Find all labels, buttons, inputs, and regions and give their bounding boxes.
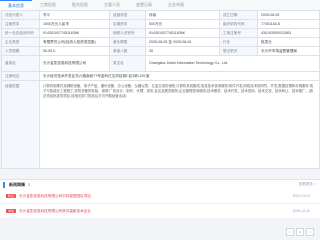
view-more-link[interactable]: 查看更多 > <box>299 182 316 187</box>
cell-label: 实缴资本 <box>109 19 146 29</box>
page-1-button[interactable]: 1 <box>296 228 304 236</box>
news-date: 2020-03-21 <box>292 194 310 198</box>
cell-label: 注册资本 <box>1 19 40 29</box>
cell-value: 35 <box>145 46 220 56</box>
cell-value: 77451163-6 <box>257 19 320 29</box>
table-row: 经营范围 计算机软硬件及辅助设备、电子产品、通讯设备、办公设备、仪器仪表、五金交… <box>1 80 320 169</box>
cell-value: 430193000012563 <box>257 28 320 38</box>
news-tag-badge: 利好 <box>6 194 17 198</box>
business-scope-text: 计算机软硬件及辅助设备、电子产品、通讯设备、办公设备、仪器仪表、五金交电的销售;… <box>43 84 314 99</box>
cell-value: 2005-08-05 <box>257 10 320 20</box>
cell-value: 91430100774511636K <box>39 28 110 38</box>
news-list: 利好 长沙金凯信息科技有限公司中标智慧园区项目 2020-03-21 中性 长沙… <box>0 189 320 219</box>
table-row: 注册地址 长沙经济技术开发区东六路南段77号金科亿达科技城C区3栋1201室 <box>1 71 320 81</box>
cell-label: 成立日期 <box>219 10 258 20</box>
next-page-button[interactable]: > <box>306 228 314 236</box>
tab-change-records[interactable]: 变更记录 <box>128 0 160 10</box>
cell-label: 组织机构代码 <box>219 19 258 29</box>
cell-label: 纳税人识别号 <box>109 28 146 38</box>
list-item[interactable]: 中性 长沙金凯信息科技有限公司获评高新技术企业 2019-12-10 <box>0 204 320 219</box>
cell-label: 行业 <box>219 37 258 47</box>
cell-label: 参保人数 <box>109 46 146 56</box>
cell-label: 统一社会信用代码 <box>1 28 40 38</box>
cell-label: 经营状态 <box>109 10 146 20</box>
english-name-value: Changsha Jinkai Information Technology C… <box>145 55 320 72</box>
cell-value: 2005-08-05 至 2025-08-04 <box>145 37 220 47</box>
cell-label: 法定代表人 <box>1 10 40 20</box>
address-value: 长沙经济技术开发区东六路南段77号金科亿达科技城C区3栋1201室 <box>39 71 320 81</box>
cell-label: 营业期限 <box>109 37 146 47</box>
legal-representative-link[interactable]: 李平 <box>39 10 110 20</box>
cell-label: 曾用名 <box>1 55 40 72</box>
pagination: < 1 > <box>286 228 314 236</box>
tab-business-info[interactable]: 工商信息 <box>32 0 64 10</box>
cell-value: 有限责任公司(自然人投资或控股) <box>39 37 110 47</box>
cell-label: 登记机关 <box>219 46 258 56</box>
cell-label: 工商注册号 <box>219 28 258 38</box>
section-count: 2 <box>28 182 31 187</box>
scope-label: 经营范围 <box>1 80 40 169</box>
business-scope: 计算机软硬件及辅助设备、电子产品、通讯设备、办公设备、仪器仪表、五金交电的销售;… <box>39 80 320 169</box>
cell-label: 人员规模 <box>1 46 40 56</box>
news-tag-badge: 中性 <box>6 209 17 213</box>
section-title: 新闻舆情 <box>9 181 25 187</box>
company-info-table: 法定代表人 李平 经营状态 存续 成立日期 2005-08-05 注册资本 10… <box>1 10 320 169</box>
cell-label: 企业类型 <box>1 37 40 47</box>
table-row: 曾用名 长沙金凯信息科技有限公司 英文名 Changsha Jinkai Inf… <box>1 55 320 72</box>
former-name-value: 长沙金凯信息科技有限公司 <box>39 55 110 72</box>
cell-value: 存续 <box>145 10 220 20</box>
cell-label: 注册地址 <box>1 71 40 81</box>
cell-value: 91430100774511636K <box>145 28 220 38</box>
cell-label: 英文名 <box>109 55 146 72</box>
table-row: 法定代表人 李平 经营状态 存续 成立日期 2005-08-05 <box>1 10 320 20</box>
table-row: 注册资本 1000万元人民币 实缴资本 500万元 组织机构代码 7745116… <box>1 19 320 29</box>
news-title-link[interactable]: 长沙金凯信息科技有限公司获评高新技术企业 <box>19 209 91 214</box>
prev-page-button[interactable]: < <box>286 228 294 236</box>
news-title-link[interactable]: 长沙金凯信息科技有限公司中标智慧园区项目 <box>19 194 91 199</box>
tab-annual-reports[interactable]: 企业年报 <box>160 0 192 10</box>
cell-value: 50-99人 <box>39 46 110 56</box>
section-accent-bar <box>3 181 5 188</box>
list-item[interactable]: 利好 长沙金凯信息科技有限公司中标智慧园区项目 2020-03-21 <box>0 189 320 204</box>
cell-value: 批发业 <box>257 37 320 47</box>
table-row: 人员规模 50-99人 参保人数 35 登记机关 长沙市市场监督管理局 <box>1 46 320 56</box>
cell-value: 长沙市市场监督管理局 <box>257 46 320 56</box>
table-row: 企业类型 有限责任公司(自然人投资或控股) 营业期限 2005-08-05 至 … <box>1 37 320 47</box>
table-row: 统一社会信用代码 91430100774511636K 纳税人识别号 91430… <box>1 28 320 38</box>
cell-value: 500万元 <box>145 19 220 29</box>
cell-value: 1000万元人民币 <box>39 19 110 29</box>
tab-shareholders[interactable]: 股东信息 <box>64 0 96 10</box>
news-date: 2019-12-10 <box>292 209 310 213</box>
tab-key-personnel[interactable]: 主要人员 <box>96 0 128 10</box>
